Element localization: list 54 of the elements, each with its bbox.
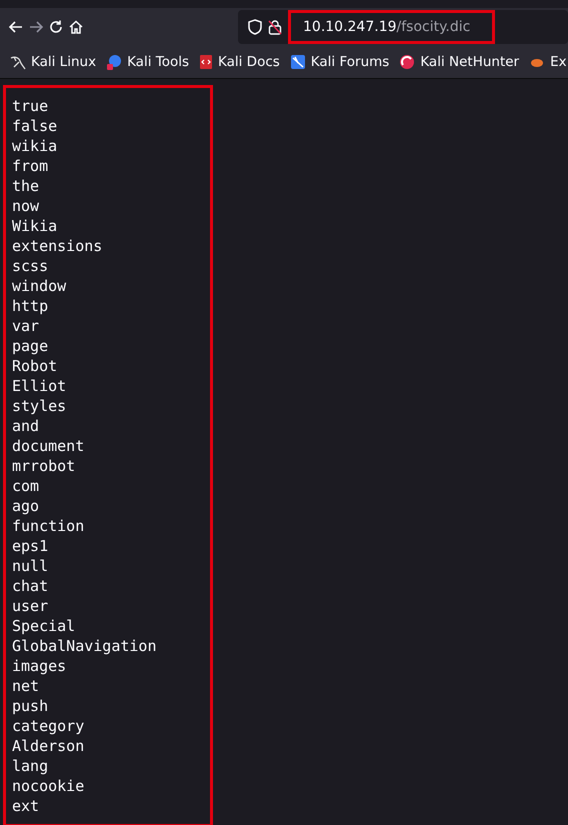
word-line: net	[12, 676, 40, 696]
address-bar[interactable]: 10.10.247.19/fsocity.dic	[238, 10, 568, 44]
tools-icon	[106, 54, 122, 70]
nethunter-icon	[399, 54, 416, 70]
word-line: GlobalNavigation	[12, 636, 158, 656]
word-line: now	[12, 196, 40, 216]
forums-icon	[290, 54, 306, 70]
word-line: ago	[12, 496, 40, 516]
word-line: lang	[12, 756, 50, 776]
shield-icon[interactable]	[248, 19, 262, 35]
word-line: ext	[12, 796, 40, 816]
word-line: extensions	[12, 236, 104, 256]
bookmark-link[interactable]: Kali Linux	[10, 54, 96, 70]
word-line: function	[12, 516, 86, 536]
word-line: category	[12, 716, 86, 736]
word-line: scss	[12, 256, 50, 276]
word-line: Special	[12, 616, 76, 636]
word-line: Wikia	[12, 216, 58, 236]
word-line: false	[12, 116, 58, 136]
word-line: document	[12, 436, 86, 456]
word-line: chat	[12, 576, 50, 596]
insecure-lock-icon[interactable]	[268, 19, 282, 35]
word-line: user	[12, 596, 50, 616]
document-icon	[199, 54, 213, 70]
word-line: Robot	[12, 356, 58, 376]
reload-icon	[48, 19, 64, 35]
word-line: true	[12, 96, 50, 116]
bookmark-link[interactable]: Kali Docs	[199, 54, 280, 70]
word-line: nocookie	[12, 776, 86, 796]
word-line: null	[12, 556, 50, 576]
word-line: images	[12, 656, 68, 676]
word-line: window	[12, 276, 68, 296]
word-line: eps1	[12, 536, 50, 556]
word-line: push	[12, 696, 50, 716]
word-line: page	[12, 336, 50, 356]
word-line: Elliot	[12, 376, 68, 396]
word-line: the	[12, 176, 40, 196]
home-icon	[68, 19, 84, 35]
word-line: com	[12, 476, 40, 496]
word-line: Alderson	[12, 736, 86, 756]
back-arrow-icon	[8, 19, 24, 35]
forward-arrow-icon	[28, 19, 44, 35]
word-line: wikia	[12, 136, 58, 156]
bookmark-link[interactable]: Ex	[529, 54, 567, 70]
word-line: var	[12, 316, 40, 336]
word-line: from	[12, 156, 50, 176]
bookmark-link[interactable]: Kali NetHunter	[399, 54, 520, 70]
word-line: mrrobot	[12, 456, 76, 476]
word-line: styles	[12, 396, 68, 416]
word-line: and	[12, 416, 40, 436]
word-line: http	[12, 296, 50, 316]
url-text: 10.10.247.19/fsocity.dic	[288, 10, 496, 44]
bookmark-link[interactable]: Kali Tools	[106, 54, 189, 70]
bookmark-link[interactable]: Kali Forums	[290, 54, 390, 70]
